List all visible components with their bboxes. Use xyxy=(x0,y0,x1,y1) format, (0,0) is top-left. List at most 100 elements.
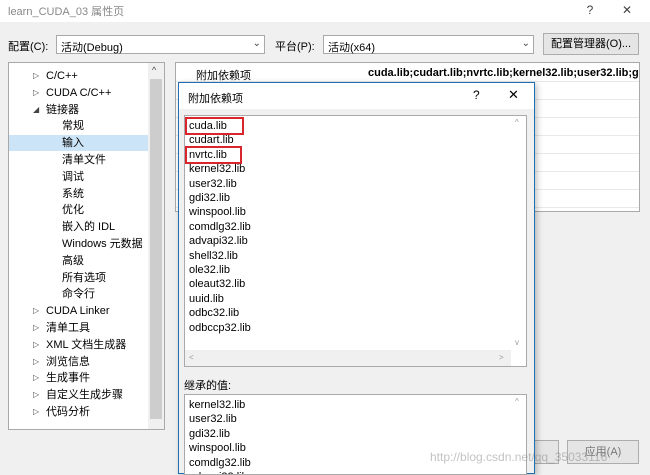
tree-item-label: 常规 xyxy=(62,120,84,133)
expand-arrow-icon[interactable]: ▷ xyxy=(33,387,39,403)
tree-item[interactable]: ▷ C/C++ xyxy=(9,68,149,84)
expand-arrow-icon[interactable]: ▷ xyxy=(33,320,39,336)
tree-item[interactable]: 优化 xyxy=(9,202,149,218)
property-value[interactable]: cuda.lib;cudart.lib;nvrtc.lib;kernel32.l… xyxy=(368,67,639,79)
expand-arrow-icon[interactable]: ▷ xyxy=(33,337,39,353)
tree-item-label: C/C++ xyxy=(46,70,78,82)
chevron-down-icon: ⌄ xyxy=(252,38,261,49)
platform-select[interactable]: 活动(x64) ⌄ xyxy=(323,35,534,54)
tree-item-label: 清单文件 xyxy=(62,154,106,166)
tree-item[interactable]: ▷ 自定义生成步骤 xyxy=(9,387,149,403)
tree-item[interactable]: 高级 xyxy=(9,253,149,269)
inherited-entry: winspool.lib xyxy=(189,442,246,455)
tree-item-label: Windows 元数据 xyxy=(62,238,143,250)
tree-item[interactable]: 所有选项 xyxy=(9,270,149,286)
platform-label: 平台(P): xyxy=(275,41,315,53)
inherited-entry: comdlg32.lib xyxy=(189,456,251,469)
config-label: 配置(C): xyxy=(8,41,49,53)
inherited-entry: gdi32.lib xyxy=(189,427,230,440)
dependency-entry[interactable]: kernel32.lib xyxy=(189,162,245,176)
tree-item[interactable]: ▷ 代码分析 xyxy=(9,404,149,420)
dependency-entry[interactable]: uuid.lib xyxy=(189,292,224,306)
tree-item-label: 系统 xyxy=(62,187,84,200)
inherited-values-label: 继承的值: xyxy=(184,380,232,392)
window-title: learn_CUDA_03 属性页 xyxy=(8,6,125,18)
tree-item[interactable]: ▷ CUDA Linker xyxy=(9,303,149,319)
tree-item-label: 生成事件 xyxy=(46,372,90,385)
scroll-down-icon[interactable]: v xyxy=(515,338,519,347)
tree-item[interactable]: 系统 xyxy=(9,186,149,202)
dependency-entry[interactable]: odbc32.lib xyxy=(189,306,239,320)
tree-item-label: 命令行 xyxy=(62,288,95,301)
tree-item[interactable]: 常规 xyxy=(9,118,149,134)
inherited-entry: user32.lib xyxy=(189,413,237,426)
tree-item[interactable]: ▷ XML 文档生成器 xyxy=(9,337,149,353)
tree-item[interactable]: ▷ 浏览信息 xyxy=(9,354,149,370)
dependency-entry[interactable]: shell32.lib xyxy=(189,249,238,263)
dialog-close-icon[interactable]: ✕ xyxy=(508,87,519,103)
tree-scrollbar[interactable]: ^ xyxy=(148,63,164,429)
dependency-entry[interactable]: advapi32.lib xyxy=(189,234,248,248)
entries-vscrollbar[interactable]: ^ v xyxy=(511,116,526,351)
tree-item[interactable]: 嵌入的 IDL xyxy=(9,219,149,235)
tree-item-label: 高级 xyxy=(62,254,84,267)
expand-arrow-icon[interactable]: ▷ xyxy=(33,354,39,370)
watermark: http://blog.csdn.net/qq_35033116 xyxy=(430,450,608,464)
dependency-entry[interactable]: winspool.lib xyxy=(189,205,246,219)
tree-item[interactable]: ▷ CUDA C/C++ xyxy=(9,85,149,101)
tree-item-label: 链接器 xyxy=(46,103,79,116)
dialog-title-bar: 附加依赖项 ? ✕ xyxy=(179,83,534,109)
additional-dependencies-dialog: 附加依赖项 ? ✕ cuda.lib cudart.lib nvrtc.lib ker… xyxy=(178,82,535,475)
close-icon[interactable]: ✕ xyxy=(612,0,642,22)
config-manager-button[interactable]: 配置管理器(O)... xyxy=(543,33,639,55)
dependency-entry[interactable]: odbccp32.lib xyxy=(189,321,251,335)
scroll-up-icon[interactable]: ^ xyxy=(515,118,519,127)
scroll-left-icon[interactable]: < xyxy=(189,353,194,362)
tree-item-label: 自定义生成步骤 xyxy=(46,389,123,402)
tree-item-label: 嵌入的 IDL xyxy=(62,221,116,234)
tree-item[interactable]: 清单文件 xyxy=(9,152,149,168)
highlight-box xyxy=(185,145,242,164)
tree-item[interactable]: 输入 xyxy=(9,135,149,152)
entries-hscrollbar[interactable]: < > xyxy=(185,350,511,366)
tree-item[interactable]: Windows 元数据 xyxy=(9,236,149,252)
dependency-entry[interactable]: user32.lib xyxy=(189,177,237,191)
tree-item-label: 输入 xyxy=(62,137,84,150)
tree-item-label: 代码分析 xyxy=(46,406,90,418)
expand-arrow-icon[interactable]: ▷ xyxy=(33,404,39,420)
expand-arrow-icon[interactable]: ▷ xyxy=(33,370,39,386)
dialog-help-icon[interactable]: ? xyxy=(473,88,480,102)
collapse-arrow-icon[interactable]: ◢ xyxy=(33,102,39,118)
tree-item[interactable]: 命令行 xyxy=(9,286,149,302)
help-icon[interactable]: ? xyxy=(575,0,605,22)
dependency-entry[interactable]: ole32.lib xyxy=(189,263,230,277)
property-tree[interactable]: ▷ C/C++ ▷ CUDA C/C++ ◢ 链接器常规输入清单文件调试系统优化嵌入的 I… xyxy=(8,62,165,430)
expand-arrow-icon[interactable]: ▷ xyxy=(33,303,39,319)
dependency-entry[interactable]: comdlg32.lib xyxy=(189,220,251,234)
window-title-bar: learn_CUDA_03 属性页 ? ✕ xyxy=(0,0,650,22)
expand-arrow-icon[interactable]: ▷ xyxy=(33,85,39,101)
config-select[interactable]: 活动(Debug) ⌄ xyxy=(56,35,265,54)
tree-item[interactable]: ▷ 生成事件 xyxy=(9,370,149,386)
inherited-entry: advapi32.lib xyxy=(189,470,248,474)
scroll-right-icon[interactable]: > xyxy=(499,353,504,362)
tree-item-label: 优化 xyxy=(62,204,84,217)
expand-arrow-icon[interactable]: ▷ xyxy=(33,68,39,84)
highlight-box xyxy=(185,117,244,135)
tree-item-label: CUDA C/C++ xyxy=(46,86,112,99)
dependency-entry[interactable]: oleaut32.lib xyxy=(189,277,245,291)
chevron-down-icon: ⌄ xyxy=(521,38,530,49)
tree-item[interactable]: 调试 xyxy=(9,169,149,185)
tree-item-label: CUDA Linker xyxy=(46,305,110,318)
tree-item-label: 所有选项 xyxy=(62,271,106,284)
tree-scroll-thumb[interactable] xyxy=(150,79,162,419)
dialog-title: 附加依赖项 xyxy=(188,93,243,105)
scroll-up-icon[interactable]: ^ xyxy=(515,397,519,406)
tree-item-label: 浏览信息 xyxy=(46,355,90,368)
tree-item[interactable]: ▷ 清单工具 xyxy=(9,320,149,336)
inherited-entry: kernel32.lib xyxy=(189,399,246,411)
scroll-up-icon[interactable]: ^ xyxy=(152,65,156,75)
dependency-entry[interactable]: gdi32.lib xyxy=(189,191,230,205)
tree-item[interactable]: ◢ 链接器 xyxy=(9,102,149,118)
dependencies-edit-box[interactable]: cuda.lib cudart.lib nvrtc.lib kernel32.lib u… xyxy=(184,115,527,367)
